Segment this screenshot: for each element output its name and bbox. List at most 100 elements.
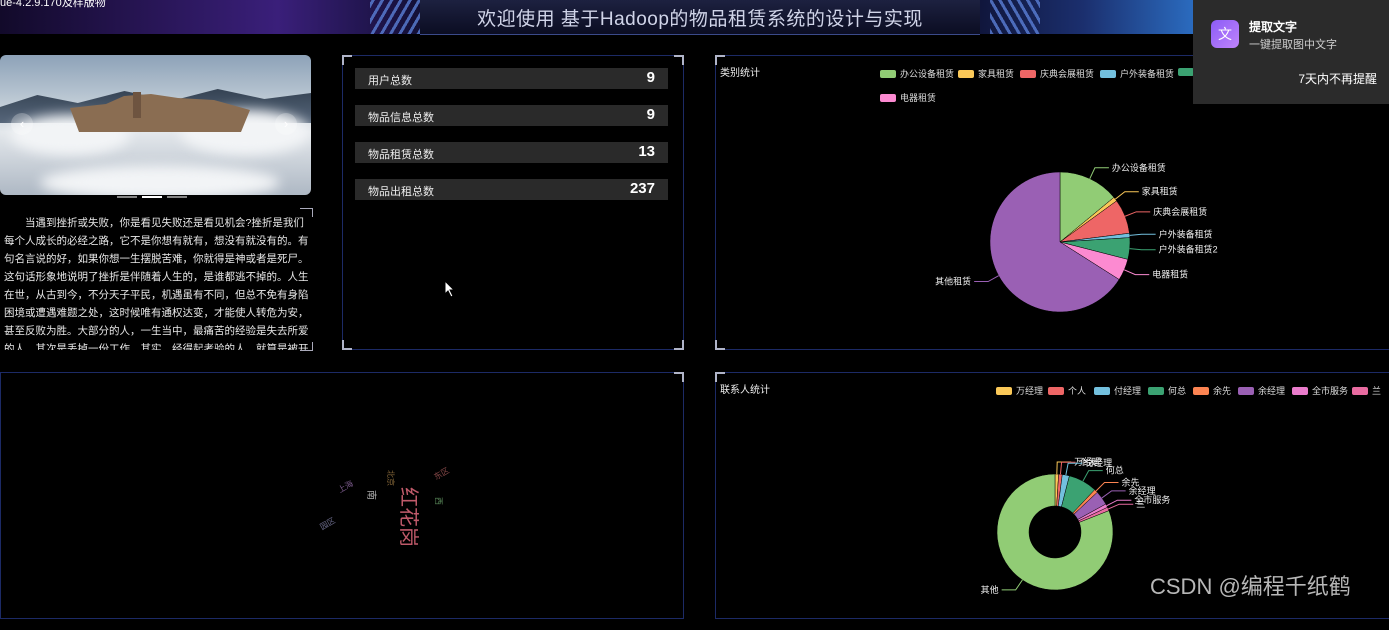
pie-leader-line [1129,248,1156,251]
pie-slice-label: 户外装备租赁2 [1159,244,1218,255]
legend-swatch [996,387,1012,395]
pie-slice-label: 庆典会展租赁 [1153,206,1207,217]
legend-item[interactable]: 余先 [1193,384,1231,397]
stat-label: 用户总数 [368,75,412,87]
legend-swatch [1100,70,1116,78]
pie-slice-label: 办公设备租赁 [1112,162,1166,173]
carousel-indicator-active[interactable] [142,196,162,198]
legend-item[interactable]: 户外装备租赁 [1100,67,1174,80]
legend-item[interactable]: 付经理 [1094,384,1141,397]
word-cloud-word: 上海 [336,478,355,495]
mouse-cursor-icon [444,279,456,298]
pie-leader-line [1129,233,1156,236]
stat-label: 物品出租总数 [368,186,434,198]
page-title: 欢迎使用 基于Hadoop的物品租赁系统的设计与实现 [477,9,923,30]
stat-value: 9 [646,69,655,86]
legend-item[interactable]: 万经理 [996,384,1043,397]
category-pie-chart[interactable]: 办公设备租赁家具租赁庆典会展租赁户外装备租赁户外装备租赁2 电器租赁其他租赁 [860,100,1260,340]
legend-label: 办公设备租赁 [900,69,955,79]
toast-subtitle: 一键提取图中文字 [1249,39,1337,51]
word-cloud-word: 南 [365,490,378,500]
legend-swatch [1094,387,1110,395]
pie-slice-label: 户外装备租赁 [1159,228,1213,239]
legend-label: 余先 [1213,386,1232,396]
legend-swatch [1148,387,1164,395]
legend-label: 家具租赁 [978,69,1015,79]
legend-swatch [1178,68,1194,76]
stat-user-count: 用户总数 9 [355,68,668,89]
pie-slice-label: 电器租赁 [1152,269,1188,280]
carousel-prev-button[interactable]: ‹ [11,113,33,135]
stat-rental-count: 物品租赁总数 13 [355,142,668,163]
image-carousel[interactable] [0,55,311,195]
carousel-indicator[interactable] [167,196,187,198]
word-cloud-word: 东区 [432,465,451,482]
legend-item[interactable]: 兰 [1352,384,1381,397]
pie-leader-line [1108,503,1134,510]
pie-slice-label: 兰 [1136,498,1145,509]
legend-swatch [1020,70,1036,78]
intro-text-panel: 当遇到挫折或失败，你是看见失败还是看见机会?挫折是我们每个人成长的必经之路，它不… [0,210,311,350]
legend-swatch [1048,387,1064,395]
legend-item[interactable]: 家具租赁 [958,67,1014,80]
word-cloud-word: 北京 [386,470,396,486]
legend-label: 万经理 [1016,386,1044,396]
carousel-image-tower [133,92,141,118]
pie-leader-line [1095,482,1119,492]
intro-paragraph: 当遇到挫折或失败，你是看见失败还是看见机会?挫折是我们每个人成长的必经之路，它不… [4,217,309,350]
panel-corner [300,208,313,217]
panel-corner [300,342,313,351]
stats-panel [342,55,684,350]
pie-slice-label: 其他租赁 [935,276,971,287]
legend-label: 个人 [1068,386,1087,396]
contact-chart-title: 联系人统计 [720,385,770,396]
legend-label: 付经理 [1114,386,1142,396]
pie-leader-line [1089,167,1109,179]
legend-item[interactable]: 余经理 [1238,384,1285,397]
carousel-indicators[interactable] [117,185,192,203]
stat-value: 237 [629,180,655,197]
pie-slice-label: 其他 [981,584,999,595]
toast-title: 提取文字 [1249,20,1298,34]
pie-leader-line [1115,191,1139,200]
toast-dismiss-link[interactable]: 7天内不再提醒 [1298,70,1377,87]
legend-swatch [1352,387,1368,395]
word-cloud: 红花岗 南北京西 上海 东区园区 [319,465,451,547]
legend-label: 全市服务 [1312,386,1349,396]
legend-swatch [1193,387,1209,395]
pie-leader-line [1106,499,1132,507]
page-header: 欢迎使用 基于Hadoop的物品租赁系统的设计与实现 ue-4.2.9.170及… [0,0,1389,35]
extract-text-icon: 文 [1211,20,1239,48]
carousel-next-button[interactable]: › [275,113,297,135]
legend-item[interactable]: 庆典会展租赁 [1020,67,1094,80]
pie-leader-line [1082,470,1103,482]
stat-lease-out-count: 物品出租总数 237 [355,179,668,200]
stat-label: 物品信息总数 [368,112,434,124]
legend-item[interactable]: 何总 [1148,384,1186,397]
carousel-indicator[interactable] [117,196,137,198]
legend-label: 兰 [1372,386,1382,396]
word-cloud-word: 红花岗 [397,487,421,547]
stat-item-info-count: 物品信息总数 9 [355,105,668,126]
watermark: CSDN @编程千纸鹤 [1150,574,1351,599]
stat-value: 13 [638,143,655,160]
header-corner-text: ue-4.2.9.170及样版物 [0,0,106,9]
extract-text-toast[interactable]: 文 提取文字 一键提取图中文字 7天内不再提醒 [1193,0,1389,104]
legend-swatch [1292,387,1308,395]
legend-item[interactable]: 办公设备租赁 [880,67,954,80]
legend-item[interactable]: 全市服务 [1292,384,1348,397]
pie-slice-label: 何总 [1106,465,1124,476]
pie-leader-line [1001,579,1023,591]
legend-label: 户外装备租赁 [1120,69,1175,79]
legend-swatch [1238,387,1254,395]
pie-leader-line [1124,211,1151,217]
legend-swatch [880,70,896,78]
stat-label: 物品租赁总数 [368,149,434,161]
pie-leader-line [1056,461,1072,475]
legend-label: 庆典会展租赁 [1040,69,1095,79]
legend-swatch [958,70,974,78]
legend-item[interactable]: 个人 [1048,384,1086,397]
pie-slice-label: 余经理 [1129,485,1156,496]
legend-label: 何总 [1168,386,1187,396]
pie-leader-line [1124,269,1150,276]
